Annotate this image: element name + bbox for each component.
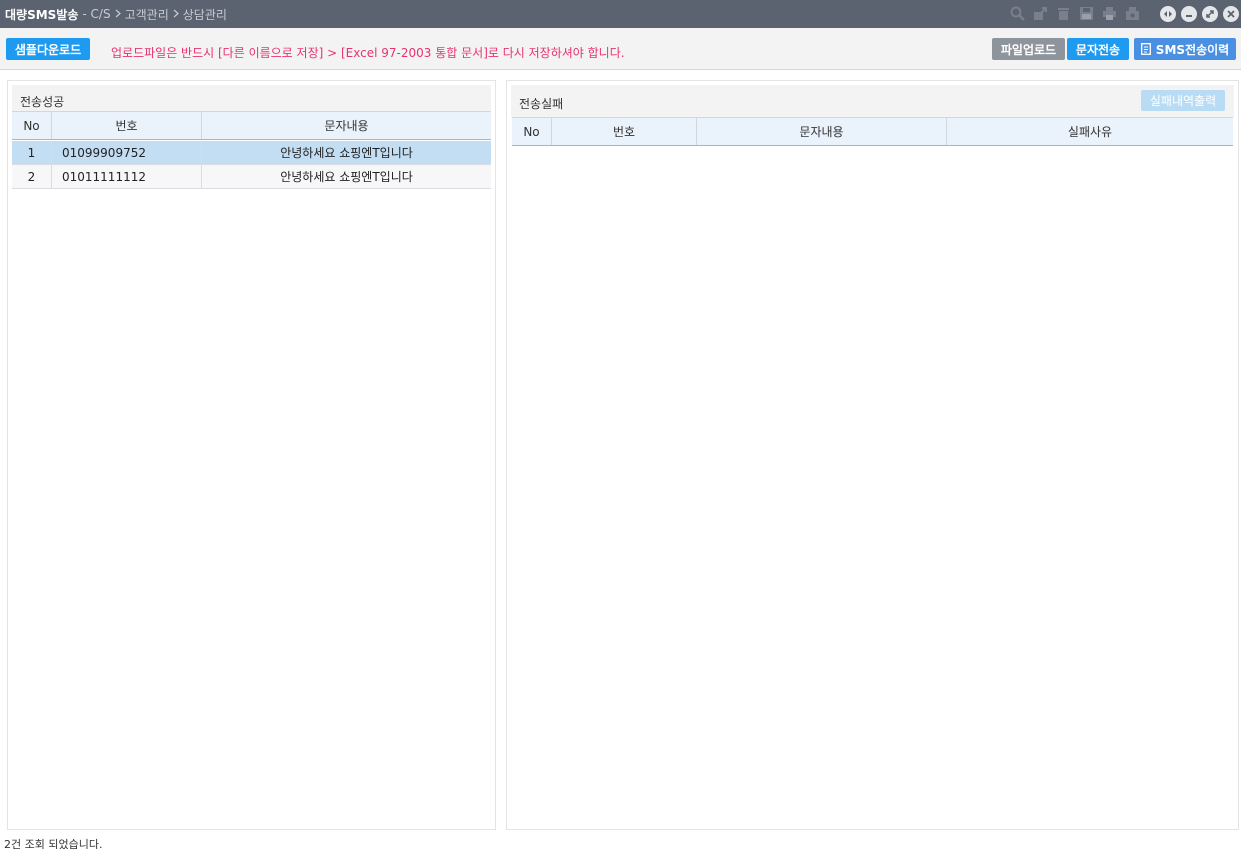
print-icon[interactable] (1101, 5, 1118, 22)
titlebar-tools (1009, 5, 1141, 22)
failure-panel-header: 전송실패 실패내역출력 (511, 85, 1234, 117)
window-controls (1160, 6, 1239, 22)
close-icon[interactable] (1223, 6, 1239, 22)
column-header-number[interactable]: 번호 (552, 118, 697, 145)
cell-no: 1 (12, 141, 52, 164)
failure-panel: 전송실패 실패내역출력 No 번호 문자내용 실패사유 (506, 80, 1239, 830)
column-header-reason[interactable]: 실패사유 (947, 118, 1233, 145)
export-failures-button[interactable]: 실패내역출력 (1141, 90, 1225, 111)
column-header-no[interactable]: No (512, 118, 552, 145)
column-header-content[interactable]: 문자내용 (697, 118, 947, 145)
breadcrumb-item-consult[interactable]: 상담관리 (183, 6, 227, 23)
minimize-icon[interactable] (1181, 6, 1197, 22)
table-row[interactable]: 2 01011111112 안녕하세요 쇼핑엔T입니다 (12, 165, 491, 189)
success-grid-header: No 번호 문자내용 (12, 111, 491, 140)
failure-panel-title: 전송실패 (519, 97, 564, 111)
cell-content: 안녕하세요 쇼핑엔T입니다 (280, 170, 413, 184)
breadcrumb-item-customer[interactable]: 고객관리 (125, 6, 169, 23)
cell-content: 안녕하세요 쇼핑엔T입니다 (280, 146, 413, 160)
failure-grid-header: No 번호 문자내용 실패사유 (512, 117, 1233, 146)
breadcrumb-lead: - C/S (82, 7, 111, 21)
share-icon[interactable] (1032, 5, 1049, 22)
sample-download-button[interactable]: 샘플다운로드 (6, 38, 90, 60)
table-row[interactable]: 1 01099909752 안녕하세요 쇼핑엔T입니다 (12, 141, 491, 165)
cell-number: 01011111112 (52, 165, 202, 188)
success-panel-title: 전송성공 (20, 95, 65, 109)
upload-notice: 업로드파일은 반드시 [다른 이름으로 저장] > [Excel 97-2003… (111, 46, 625, 60)
maximize-icon[interactable] (1202, 6, 1218, 22)
breadcrumb-separator-icon (173, 7, 179, 21)
delete-icon[interactable] (1055, 5, 1072, 22)
success-panel: 전송성공 No 번호 문자내용 1 01099909752 안녕하세요 쇼핑엔T… (7, 80, 496, 830)
search-icon[interactable] (1009, 5, 1026, 22)
window-titlebar: 대량SMS발송 - C/S 고객관리 상담관리 (0, 0, 1241, 28)
save-icon[interactable] (1078, 5, 1095, 22)
cell-number: 01099909752 (52, 141, 202, 164)
status-bar-text: 2건 조회 되었습니다. (4, 838, 103, 849)
fit-icon[interactable] (1160, 6, 1176, 22)
breadcrumb-separator-icon (115, 7, 121, 21)
column-header-no[interactable]: No (12, 112, 52, 139)
window-title: 대량SMS발송 (5, 7, 79, 22)
column-header-content[interactable]: 문자내용 (202, 112, 491, 139)
breadcrumb: - C/S 고객관리 상담관리 (82, 6, 227, 23)
sms-history-button[interactable]: SMS전송이력 (1134, 38, 1236, 60)
file-upload-button[interactable]: 파일업로드 (992, 38, 1065, 60)
action-toolbar: 샘플다운로드 업로드파일은 반드시 [다른 이름으로 저장] > [Excel … (0, 28, 1241, 70)
document-icon (1140, 43, 1151, 55)
settings-icon[interactable] (1124, 5, 1141, 22)
column-header-number[interactable]: 번호 (52, 112, 202, 139)
cell-no: 2 (12, 165, 52, 188)
send-message-button[interactable]: 문자전송 (1067, 38, 1129, 60)
sms-history-label: SMS전송이력 (1155, 42, 1230, 57)
